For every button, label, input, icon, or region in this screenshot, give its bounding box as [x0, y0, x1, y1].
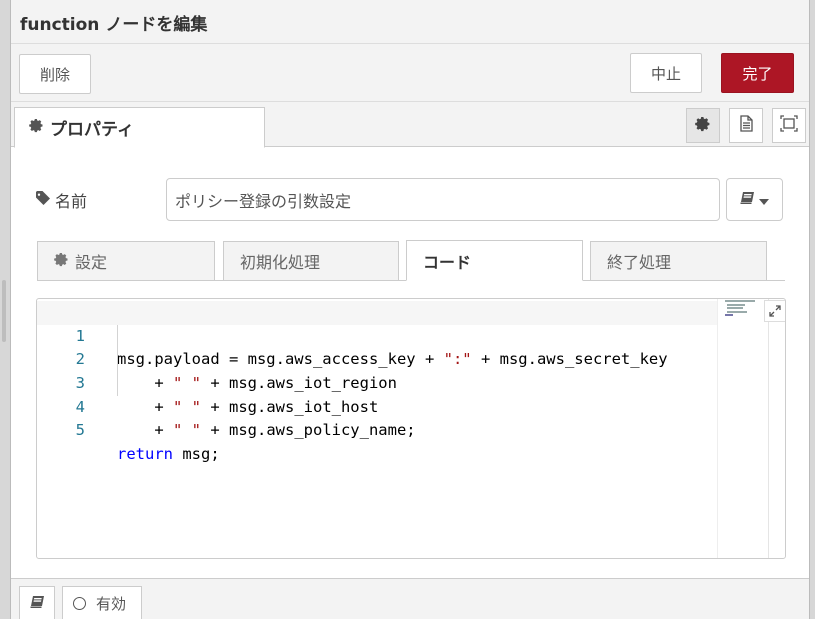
description-tab-button[interactable]: [729, 108, 763, 143]
tab-properties-label: プロパティ: [50, 120, 134, 140]
delete-button[interactable]: 削除: [19, 54, 91, 94]
subtab-finalize[interactable]: 終了処理: [590, 241, 767, 281]
subtab-init-label: 初期化処理: [240, 253, 321, 272]
line-content: return msg;: [117, 445, 220, 464]
gear-icon: [29, 118, 44, 138]
cancel-button[interactable]: 中止: [630, 53, 702, 93]
name-input[interactable]: [166, 178, 720, 221]
minimap[interactable]: [717, 299, 769, 558]
vertical-scrollbar[interactable]: [768, 299, 785, 558]
code-line[interactable]: 4 + " " + msg.aws_policy_name;: [37, 372, 717, 440]
function-subtabs: 設定 初期化処理 コード 終了処理: [37, 240, 787, 281]
tag-icon: [35, 190, 51, 210]
expand-icon: [769, 302, 781, 321]
tab-bar: プロパティ: [11, 102, 809, 148]
caret-down-icon: [759, 190, 769, 209]
code-line[interactable]: 5 return msg;: [37, 396, 717, 463]
subtab-code[interactable]: コード: [406, 240, 583, 281]
settings-tab-button[interactable]: [686, 108, 720, 143]
dialog-title-text: function ノードを編集: [20, 15, 208, 35]
enabled-label: 有効: [96, 594, 127, 613]
footer-bar: 有効: [11, 578, 809, 619]
subtab-finalize-label: 終了処理: [607, 253, 672, 272]
line-number: 5: [75, 421, 85, 440]
enabled-toggle[interactable]: 有効: [62, 586, 142, 619]
edit-dialog: function ノードを編集 削除 中止 完了 プロパティ 名前 ポリシー登録…: [10, 0, 810, 619]
minimap-preview: [725, 300, 759, 318]
name-label: 名前: [35, 188, 87, 212]
frame-icon: [780, 115, 798, 136]
tab-properties[interactable]: プロパティ: [14, 107, 265, 148]
code-line[interactable]: 2 + " " + msg.aws_iot_region: [37, 325, 717, 392]
book-icon: [30, 594, 45, 613]
action-bar: 削除 中止 完了: [11, 44, 809, 102]
book-icon: [740, 190, 755, 209]
line-content: + " " + msg.aws_policy_name;: [117, 421, 416, 440]
subtab-setup-label: 設定: [75, 253, 108, 272]
gear-icon: [54, 252, 69, 271]
done-button[interactable]: 完了: [721, 53, 794, 93]
name-label-text: 名前: [55, 192, 88, 211]
code-editor[interactable]: 1 msg.payload = msg.aws_access_key + ":"…: [36, 298, 786, 559]
subtab-code-label: コード: [423, 252, 472, 272]
subtab-setup[interactable]: 設定: [37, 241, 215, 281]
dialog-title: function ノードを編集: [11, 0, 809, 44]
library-button[interactable]: [726, 178, 783, 221]
code-line[interactable]: 1 msg.payload = msg.aws_access_key + ":"…: [37, 301, 717, 368]
expand-editor-button[interactable]: [764, 300, 785, 322]
code-lines: 1 msg.payload = msg.aws_access_key + ":"…: [37, 301, 717, 463]
indent-guide: [117, 325, 118, 396]
document-icon: [739, 115, 754, 136]
circle-icon: [73, 596, 86, 610]
name-row: 名前: [35, 178, 795, 222]
code-line[interactable]: 3 + " " + msg.aws_iot_host: [37, 348, 717, 416]
node-help-button[interactable]: [19, 586, 55, 619]
subtab-init[interactable]: 初期化処理: [223, 241, 399, 281]
gear-icon: [695, 116, 711, 136]
appearance-tab-button[interactable]: [772, 108, 806, 143]
resize-grip[interactable]: [2, 280, 6, 342]
